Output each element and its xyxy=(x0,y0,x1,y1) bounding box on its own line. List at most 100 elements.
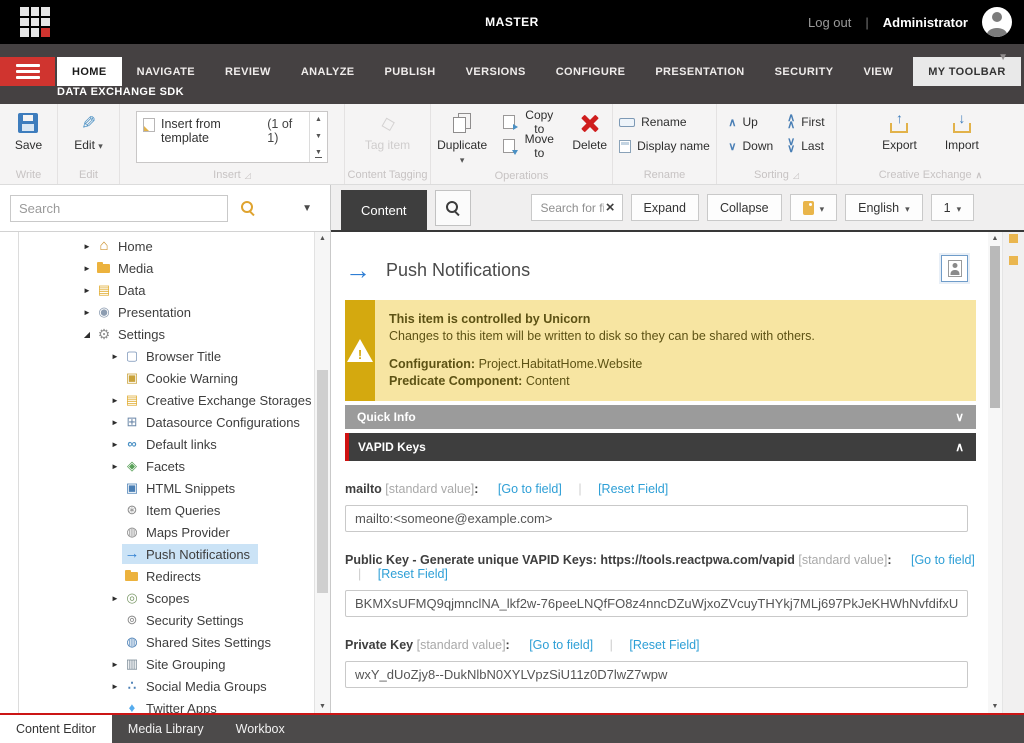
expander-icon[interactable] xyxy=(80,308,94,317)
ribbon-tab-navigate[interactable]: NAVIGATE xyxy=(122,57,210,86)
mailto-input[interactable] xyxy=(345,505,968,532)
expander-icon[interactable] xyxy=(80,330,94,339)
expander-icon[interactable] xyxy=(108,352,122,361)
private-key-input[interactable] xyxy=(345,661,968,688)
save-button[interactable]: Save xyxy=(10,111,47,154)
ribbon-tab-security[interactable]: SECURITY xyxy=(760,57,849,86)
avatar-icon[interactable] xyxy=(982,7,1012,37)
field-search-input[interactable] xyxy=(538,199,606,216)
scroll-down-icon[interactable] xyxy=(988,703,1002,710)
import-button[interactable]: Import xyxy=(940,111,984,154)
tree-item-browser-title[interactable]: Browser Title xyxy=(0,345,330,367)
hamburger-menu-button[interactable] xyxy=(0,57,55,86)
edit-button[interactable]: Edit xyxy=(69,111,108,154)
profile-dropdown-button[interactable] xyxy=(789,194,838,221)
ribbon-tab-configure[interactable]: CONFIGURE xyxy=(541,57,641,86)
search-options-caret-icon[interactable] xyxy=(302,203,312,214)
expander-icon[interactable] xyxy=(80,242,94,251)
expander-icon[interactable] xyxy=(80,264,94,273)
expander-icon[interactable] xyxy=(108,440,122,449)
expander-icon[interactable] xyxy=(108,396,122,405)
logout-link[interactable]: Log out xyxy=(808,15,851,30)
field-search-toggle-button[interactable] xyxy=(434,189,471,226)
tree-item-scopes[interactable]: Scopes xyxy=(0,587,330,609)
ribbon-tab-view[interactable]: VIEW xyxy=(848,57,908,86)
language-dropdown-button[interactable]: English xyxy=(845,194,923,221)
goto-field-link[interactable]: [Go to field] xyxy=(498,482,562,496)
sort-first-button[interactable]: First xyxy=(783,111,828,133)
clear-search-icon[interactable] xyxy=(606,200,615,215)
content-scrollbar[interactable] xyxy=(988,232,1003,713)
tree-item-facets[interactable]: Facets xyxy=(0,455,330,477)
tree-item-default-links[interactable]: Default links xyxy=(0,433,330,455)
version-dropdown-button[interactable]: 1 xyxy=(930,194,975,221)
tree-item-social-media-groups[interactable]: Social Media Groups xyxy=(0,675,330,697)
content-scrollbar-thumb[interactable] xyxy=(990,246,1000,408)
delete-button[interactable]: Delete xyxy=(567,111,612,154)
bottom-tab-content-editor[interactable]: Content Editor xyxy=(0,715,112,743)
ribbon-tab-home[interactable]: HOME xyxy=(57,57,122,86)
expander-icon[interactable] xyxy=(108,462,122,471)
tree-item-security-settings[interactable]: Security Settings xyxy=(0,609,330,631)
expander-icon[interactable] xyxy=(80,286,94,295)
search-icon[interactable] xyxy=(240,200,256,216)
copy-to-button[interactable]: Copy to xyxy=(499,108,561,136)
scroll-down-icon[interactable] xyxy=(315,703,330,710)
tree-item-item-queries[interactable]: Item Queries xyxy=(0,499,330,521)
reset-field-link[interactable]: [Reset Field] xyxy=(598,482,668,496)
expander-icon[interactable] xyxy=(108,594,122,603)
tree-item-push-notifications[interactable]: Push Notifications xyxy=(0,543,330,565)
tab-content[interactable]: Content xyxy=(341,190,427,230)
tree-item-site-grouping[interactable]: Site Grouping xyxy=(0,653,330,675)
tree-item-home[interactable]: Home xyxy=(0,235,330,257)
tree-item-creative-exchange-storages[interactable]: Creative Exchange Storages xyxy=(0,389,330,411)
tree-item-redirects[interactable]: Redirects xyxy=(0,565,330,587)
spinner-down-icon[interactable] xyxy=(315,133,322,141)
bottom-tab-media-library[interactable]: Media Library xyxy=(112,715,220,743)
bottom-tab-workbox[interactable]: Workbox xyxy=(220,715,301,743)
public-key-input[interactable] xyxy=(345,590,968,617)
ribbon-tab-versions[interactable]: VERSIONS xyxy=(451,57,541,86)
tree-item-twitter-apps[interactable]: Twitter Apps xyxy=(0,697,330,714)
ribbon-tab-publish[interactable]: PUBLISH xyxy=(370,57,451,86)
ribbon-tab-presentation[interactable]: PRESENTATION xyxy=(640,57,759,86)
ribbon-collapse-caret-icon[interactable] xyxy=(998,52,1008,63)
move-to-button[interactable]: Move to xyxy=(499,132,561,160)
spinner-up-icon[interactable] xyxy=(315,116,322,124)
user-name[interactable]: Administrator xyxy=(883,15,968,30)
dialog-launcher-icon[interactable] xyxy=(793,169,799,181)
tree-scrollbar-thumb[interactable] xyxy=(317,370,328,593)
goto-field-link[interactable]: [Go to field] xyxy=(911,553,975,567)
sort-up-button[interactable]: Up xyxy=(724,111,777,133)
tree-item-media[interactable]: Media xyxy=(0,257,330,279)
insert-option-label[interactable]: Insert from template xyxy=(161,117,261,145)
expand-button[interactable]: Expand xyxy=(630,194,699,221)
tree-item-data[interactable]: Data xyxy=(0,279,330,301)
group-collapse-icon[interactable] xyxy=(976,169,983,181)
tree-item-settings[interactable]: Settings xyxy=(0,323,330,345)
reset-field-link[interactable]: [Reset Field] xyxy=(629,638,699,652)
ribbon-tab-analyze[interactable]: ANALYZE xyxy=(286,57,370,86)
tree-item-cookie-warning[interactable]: Cookie Warning xyxy=(0,367,330,389)
sort-down-button[interactable]: Down xyxy=(724,135,777,157)
tree-item-presentation[interactable]: Presentation xyxy=(0,301,330,323)
reset-field-link[interactable]: [Reset Field] xyxy=(378,567,448,581)
display-name-button[interactable]: Display name xyxy=(615,135,714,157)
rename-button[interactable]: Rename xyxy=(615,111,714,133)
expander-icon[interactable] xyxy=(108,682,122,691)
tree-item-datasource-configurations[interactable]: Datasource Configurations xyxy=(0,411,330,433)
sort-last-button[interactable]: Last xyxy=(783,135,828,157)
tree-search-input[interactable] xyxy=(10,194,228,222)
duplicate-button[interactable]: Duplicate xyxy=(431,111,493,168)
scroll-up-icon[interactable] xyxy=(315,235,330,242)
item-image-button[interactable] xyxy=(941,255,968,282)
ribbon-tab-review[interactable]: REVIEW xyxy=(210,57,286,86)
tree-item-maps-provider[interactable]: Maps Provider xyxy=(0,521,330,543)
tree-scrollbar[interactable] xyxy=(314,232,330,713)
insert-options-list[interactable]: Insert from template (1 of 1) xyxy=(136,111,328,163)
tree-item-html-snippets[interactable]: HTML Snippets xyxy=(0,477,330,499)
goto-field-link[interactable]: [Go to field] xyxy=(529,638,593,652)
scroll-up-icon[interactable] xyxy=(988,235,1002,242)
expander-icon[interactable] xyxy=(108,418,122,427)
section-vapid-keys[interactable]: VAPID Keys xyxy=(345,433,976,461)
